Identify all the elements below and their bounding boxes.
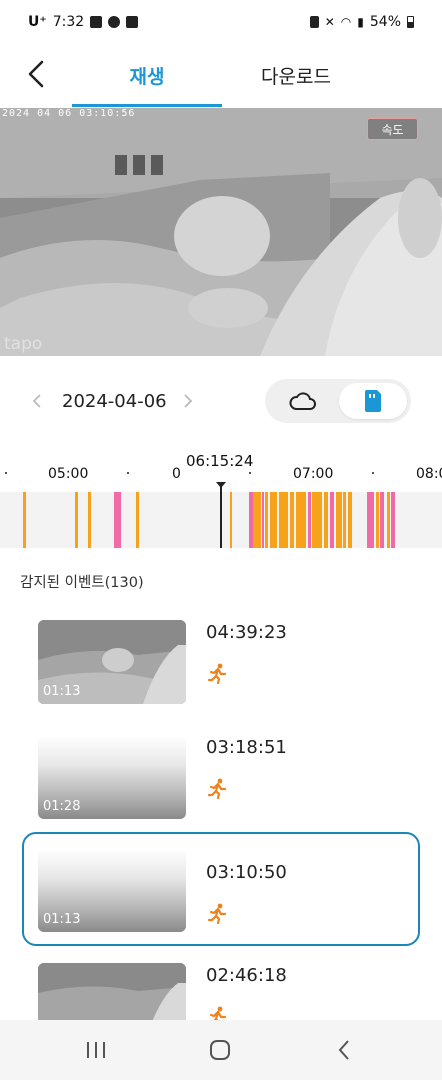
wifi-icon: ◠ [340, 15, 352, 29]
video-player[interactable]: 2024 04 06 03:10:56 속도 tapo [0, 108, 442, 356]
speed-button[interactable]: 속도 [367, 118, 418, 140]
app-notification-icon [108, 16, 121, 28]
timeline-event-segment [391, 492, 395, 548]
clock: 7:32 [52, 14, 85, 30]
video-timestamp: 2024 04 06 03:10:56 [2, 108, 136, 119]
chevron-left-icon [28, 60, 44, 88]
event-duration: 01:13 [43, 684, 81, 699]
cloud-icon [289, 392, 316, 410]
back-button[interactable] [18, 56, 54, 92]
cloud-storage-button[interactable] [269, 383, 337, 419]
timeline-event-segment [23, 492, 26, 548]
timeline-event-segment [348, 492, 352, 548]
chevron-left-icon [32, 394, 41, 408]
timeline-event-segment [330, 492, 334, 548]
tick-mark [372, 472, 374, 474]
event-item[interactable]: 01:13 04:39:23 [22, 610, 420, 720]
event-thumbnail: 01:13 [38, 620, 186, 704]
alarm-icon [309, 16, 319, 28]
timeline-event-segment [75, 492, 78, 548]
timeline-event-segment [265, 492, 268, 548]
event-item-selected[interactable]: 01:13 03:10:50 [22, 832, 420, 946]
signal-icon: ▮ [357, 15, 364, 29]
mute-icon: ✕ [324, 15, 335, 29]
camera-logo: tapo [4, 334, 43, 354]
next-date-button[interactable] [176, 386, 200, 416]
playhead-line[interactable] [220, 484, 222, 548]
timeline-event-segment [376, 492, 379, 548]
tab-download[interactable]: 다운로드 [222, 44, 370, 106]
event-duration: 01:13 [43, 912, 81, 927]
timeline-event-segment [253, 492, 261, 548]
tick-label: 07:00 [293, 466, 334, 482]
system-back-button[interactable] [324, 1034, 364, 1066]
status-bar: U⁺ 7:32 ✕ ◠ ▮ 54% [0, 0, 442, 44]
active-tab-indicator [72, 104, 222, 107]
date-navigation: 2024-04-06 [0, 372, 442, 430]
timeline-event-segment [336, 492, 342, 548]
carrier-label: U⁺ [28, 14, 47, 30]
timeline-event-segment [279, 492, 288, 548]
timeline-event-segment [290, 492, 294, 548]
event-time: 03:10:50 [206, 862, 287, 883]
event-duration: 01:28 [43, 799, 81, 814]
timeline-event-segment [367, 492, 374, 548]
timeline-event-segment [296, 492, 306, 548]
timeline-current-time: 06:15:24 [186, 452, 254, 470]
timeline-event-segment [312, 492, 322, 548]
event-thumbnail: 01:28 [38, 735, 186, 819]
tick-label: 05:00 [48, 466, 89, 482]
tick-mark [5, 472, 7, 474]
home-icon [210, 1040, 230, 1060]
battery-percent: 54% [369, 14, 401, 30]
camera-frame [0, 108, 442, 356]
sd-card-icon [365, 390, 381, 412]
motion-person-icon [207, 663, 227, 684]
sd-card-button[interactable] [339, 383, 407, 419]
recent-apps-button[interactable] [76, 1034, 116, 1066]
back-icon [338, 1040, 349, 1060]
tab-playback[interactable]: 재생 [72, 44, 222, 106]
recording-timeline[interactable]: 06:15:24 05:00 0 07:00 08:0 [0, 448, 442, 548]
timeline-event-segment [230, 492, 232, 548]
app-header: 재생 다운로드 [0, 44, 442, 108]
timeline-event-segment [262, 492, 264, 548]
timeline-event-segment [88, 492, 91, 548]
tick-label: 0 [172, 466, 181, 482]
event-thumbnail: 01:13 [38, 848, 186, 932]
chevron-right-icon [184, 394, 193, 408]
timeline-event-segment [380, 492, 384, 548]
tick-mark [249, 472, 251, 474]
selected-date[interactable]: 2024-04-06 [62, 386, 167, 416]
recent-apps-icon [87, 1042, 105, 1058]
check-notification-icon [126, 16, 139, 28]
timeline-event-segment [387, 492, 390, 548]
status-right: ✕ ◠ ▮ 54% [309, 14, 414, 30]
gallery-notification-icon [90, 16, 103, 28]
motion-person-icon [207, 903, 227, 924]
battery-icon [407, 16, 414, 28]
event-time: 04:39:23 [206, 622, 287, 643]
event-time: 02:46:18 [206, 965, 287, 986]
event-time: 03:18:51 [206, 737, 287, 758]
tick-label: 08:0 [416, 466, 442, 482]
system-navigation-bar [0, 1020, 442, 1080]
motion-person-icon [207, 778, 227, 799]
status-left: U⁺ 7:32 [28, 14, 139, 30]
prev-date-button[interactable] [25, 386, 49, 416]
home-button[interactable] [200, 1034, 240, 1066]
event-item[interactable]: 01:28 03:18:51 [22, 725, 420, 835]
timeline-event-segment [136, 492, 139, 548]
tick-mark [127, 472, 129, 474]
events-header: 감지된 이벤트(130) [20, 575, 144, 591]
timeline-event-segment [343, 492, 346, 548]
timeline-event-segment [324, 492, 328, 548]
timeline-event-segment [270, 492, 277, 548]
timeline-event-segment [114, 492, 121, 548]
timeline-event-segment [308, 492, 311, 548]
storage-toggle [265, 379, 411, 423]
